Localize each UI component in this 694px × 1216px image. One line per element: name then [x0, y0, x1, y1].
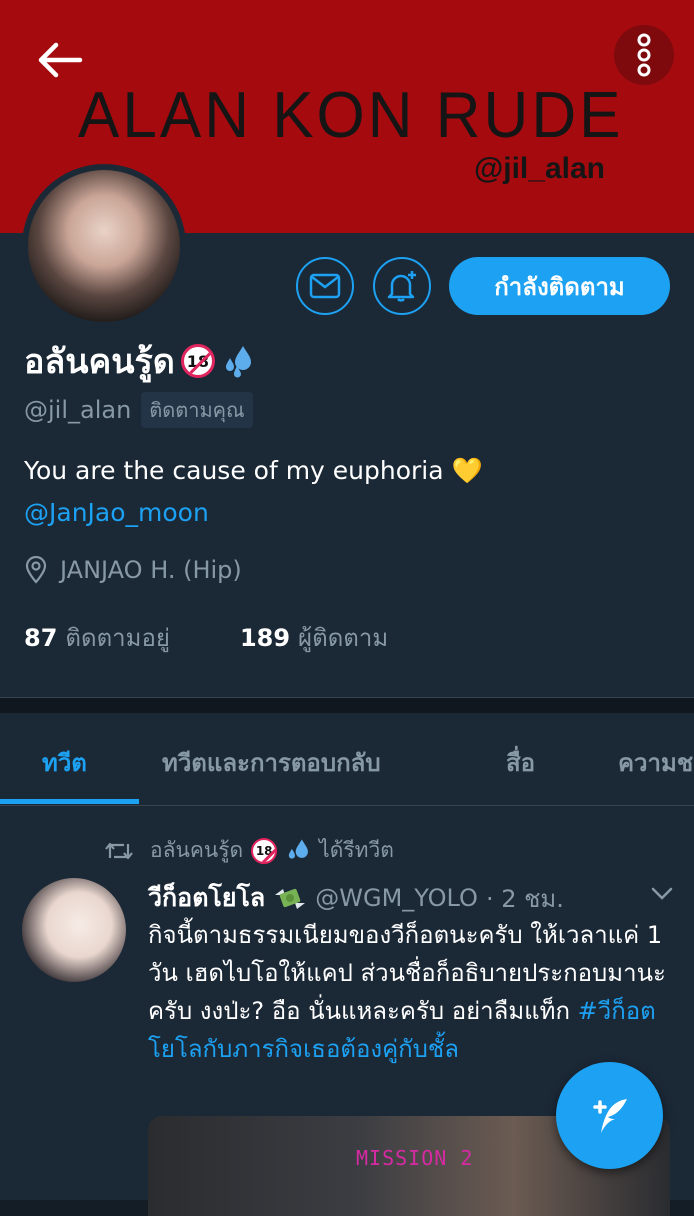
retweeter-name: อลันคนรู้ด — [150, 838, 244, 862]
active-tab-indicator — [0, 799, 139, 804]
chevron-down-icon — [651, 887, 673, 900]
message-button[interactable] — [296, 257, 354, 315]
sweat-drops-emoji — [225, 346, 251, 378]
bell-plus-icon — [387, 271, 416, 302]
tab-likes[interactable]: ความช — [618, 743, 693, 782]
retweeted-label: ได้รีทวีต — [319, 838, 394, 862]
banner-title: ALAN KON RUDE — [78, 79, 624, 152]
tweet-author-handle: @WGM_YOLO — [315, 884, 478, 912]
handle-row: @jil_alan ติดตามคุณ — [24, 392, 253, 428]
profile-bio: You are the cause of my euphoria 💛 @JanJ… — [24, 450, 483, 534]
banner-handle: @jil_alan — [474, 152, 605, 185]
follow-stats: 87 ติดตามอยู่ 189 ผู้ติดตาม — [24, 618, 388, 657]
compose-feather-icon — [592, 1098, 627, 1133]
following-count: 87 — [24, 624, 58, 652]
following-stat[interactable]: 87 ติดตามอยู่ — [24, 618, 170, 657]
display-name-text: อลันคนรู้ด — [24, 342, 175, 382]
follows-you-badge: ติดตามคุณ — [141, 392, 253, 428]
profile-avatar[interactable] — [22, 164, 186, 328]
notifications-button[interactable] — [373, 257, 431, 315]
tweet-text: กิจนี้ตามธรรมเนียมของวีก็อตนะครับ ให้เวล… — [148, 916, 678, 1068]
avatar-image — [28, 170, 180, 322]
followers-stat[interactable]: 189 ผู้ติดตาม — [240, 618, 388, 657]
following-button[interactable]: กำลังติดตาม — [449, 257, 670, 315]
no-under-18-icon: 18 — [251, 837, 278, 864]
tweet-menu-button[interactable] — [650, 886, 674, 906]
sweat-drops-emoji — [288, 839, 309, 859]
tab-tweets[interactable]: ทวีต — [42, 743, 87, 782]
profile-location: JANJAO H. (Hip) — [24, 556, 242, 584]
profile-tabs: ทวีต ทวีตและการตอบกลับ สื่อ ความช — [0, 713, 694, 806]
no-under-18-icon: 18 — [180, 344, 215, 378]
following-label: ติดตามอยู่ — [65, 624, 170, 652]
location-pin-icon — [25, 556, 47, 584]
followers-count: 189 — [239, 624, 291, 652]
display-name: อลันคนรู้ด 18 — [24, 334, 255, 388]
section-divider — [0, 697, 694, 714]
profile-handle: @jil_alan — [24, 396, 132, 424]
tweet-author-avatar[interactable] — [22, 878, 126, 982]
more-vertical-icon — [637, 33, 651, 77]
tweet-header: วีก็อตโยโล @WGM_YOLO · 2 ชม. — [148, 878, 564, 918]
tab-tweets-replies[interactable]: ทวีตและการตอบกลับ — [162, 743, 381, 782]
bio-text: You are the cause of my euphoria 💛 — [24, 456, 483, 485]
back-arrow-icon — [38, 42, 83, 78]
retweet-context: อลันคนรู้ด 18 ได้รีทวีต — [104, 834, 394, 867]
back-button[interactable] — [28, 32, 92, 88]
tab-media[interactable]: สื่อ — [506, 743, 535, 782]
bio-mention-link[interactable]: @JanJao_moon — [24, 498, 209, 527]
money-wings-emoji — [275, 888, 306, 909]
location-text: JANJAO H. (Hip) — [60, 556, 242, 584]
media-text: MISSION 2 — [356, 1146, 474, 1170]
tweet-author-name: วีก็อตโยโล — [148, 883, 266, 912]
followers-label: ผู้ติดตาม — [298, 624, 389, 652]
more-options-button[interactable] — [614, 25, 674, 85]
tweet-time: · 2 ชม. — [485, 884, 564, 913]
compose-tweet-button[interactable] — [556, 1062, 663, 1169]
mail-icon — [309, 273, 341, 299]
retweet-icon — [105, 842, 133, 859]
